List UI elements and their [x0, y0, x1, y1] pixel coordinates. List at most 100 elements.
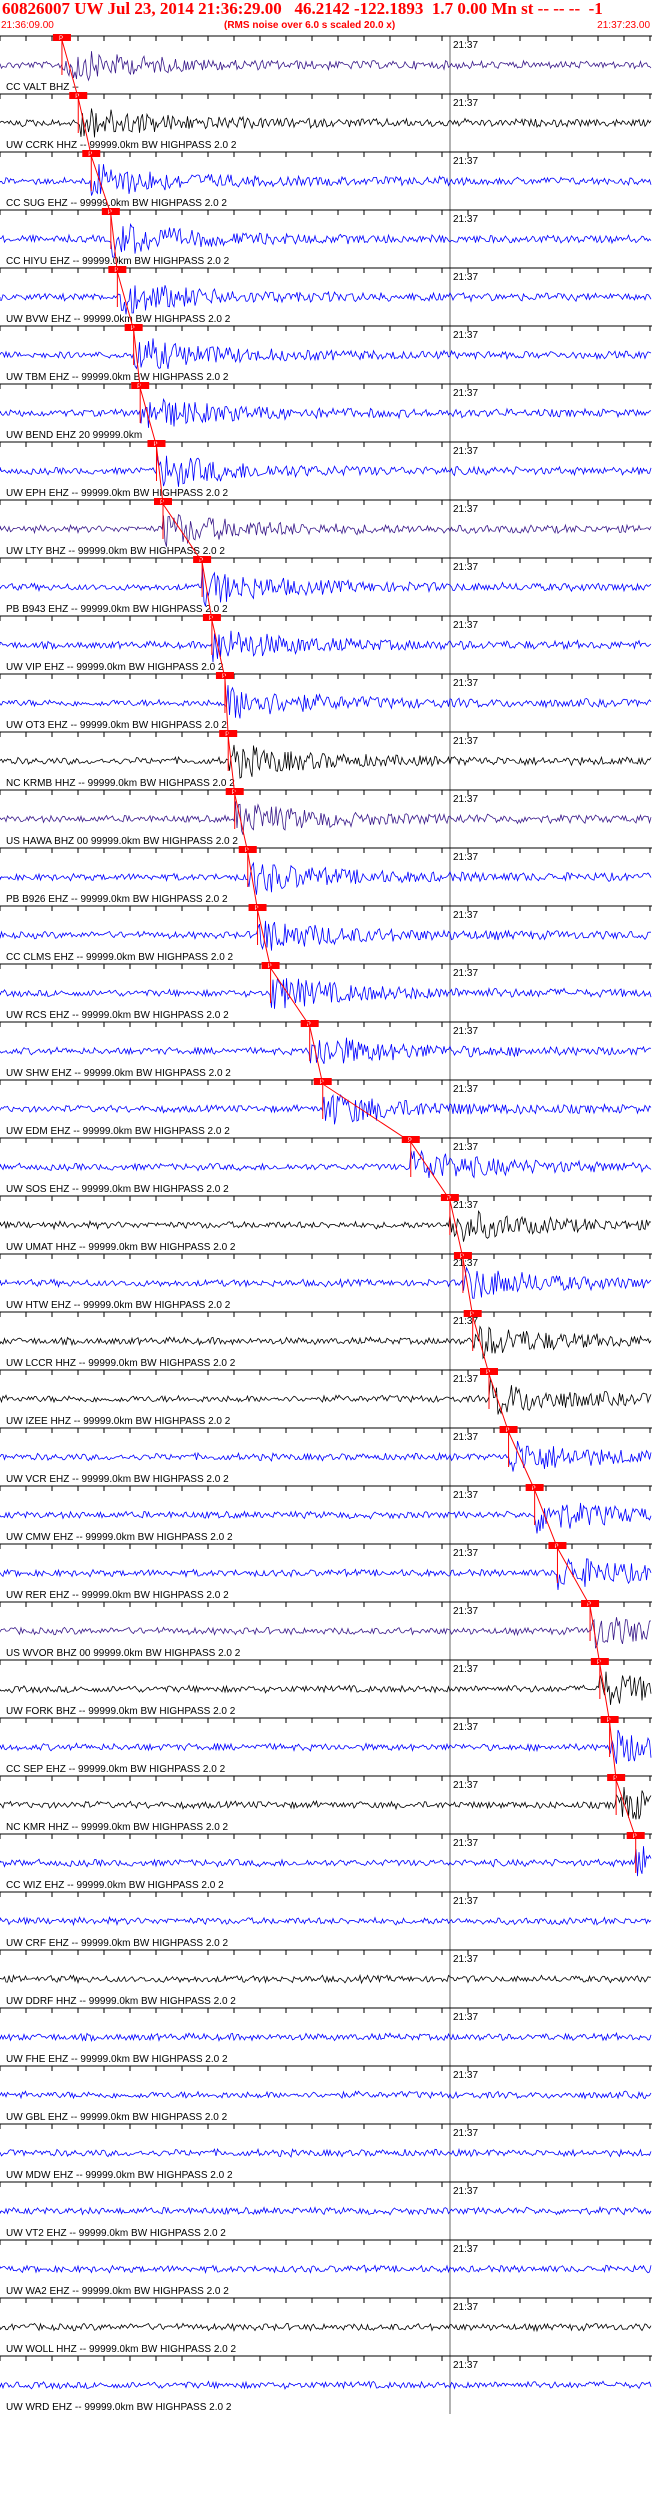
waveform	[0, 1440, 652, 1472]
waveform	[0, 2090, 652, 2100]
waveform	[0, 164, 652, 196]
waveform	[0, 1149, 652, 1179]
trace-label: UW OT3 EHZ -- 99999.0km BW HIGHPASS 2.0 …	[6, 720, 227, 731]
trace-label: UW LCCR HHZ -- 99999.0km BW HIGHPASS 2.0…	[6, 1358, 236, 1369]
trace-35: 21:37 UW GBL EHZ -- 99999.0km BW HIGHPASS…	[0, 2065, 652, 2124]
waveform	[0, 454, 652, 487]
waveform	[0, 1671, 652, 1705]
trace-label: UW WA2 EHZ -- 99999.0km BW HIGHPASS 2.0 …	[6, 2286, 229, 2297]
minute-label: 21:37	[453, 1432, 478, 1443]
waveform	[0, 977, 652, 1009]
waveform	[0, 2031, 652, 2043]
trace-label: UW IZEE HHZ -- 99999.0km BW HIGHPASS 2.0…	[6, 1416, 231, 1427]
trace-5: 21:37PUW TBM EHZ -- 99999.0km BW HIGHPAS…	[0, 324, 652, 384]
minute-label: 21:37	[453, 1490, 478, 1501]
trace-label: UW RER EHZ -- 99999.0km BW HIGHPASS 2.0 …	[6, 1590, 229, 1601]
trace-label: PB B943 EHZ -- 99999.0km BW HIGHPASS 2.0…	[6, 604, 228, 615]
trace-label: UW VCR EHZ -- 99999.0km BW HIGHPASS 2.0 …	[6, 1474, 229, 1485]
trace-8: 21:37PUW LTY BHZ -- 99999.0km BW HIGHPAS…	[0, 498, 652, 558]
minute-label: 21:37	[453, 504, 478, 515]
trace-32: 21:37 UW CRF EHZ -- 99999.0km BW HIGHPASS…	[0, 1891, 652, 1950]
minute-label: 21:37	[453, 1722, 478, 1733]
minute-label: 21:37	[453, 2244, 478, 2255]
trace-label: UW WOLL HHZ -- 99999.0km BW HIGHPASS 2.0…	[6, 2344, 236, 2355]
trace-label: UW VT2 EHZ -- 99999.0km BW HIGHPASS 2.0 …	[6, 2228, 226, 2239]
waveform	[0, 920, 652, 951]
trace-label: UW CMW EHZ -- 99999.0km BW HIGHPASS 2.0 …	[6, 1532, 233, 1543]
minute-label: 21:37	[453, 968, 478, 979]
waveform	[0, 108, 652, 138]
trace-label: US WVOR BHZ 00 99999.0km BW HIGHPASS 2.0…	[6, 1648, 241, 1659]
trace-7: 21:37PUW EPH EHZ -- 99999.0km BW HIGHPAS…	[0, 440, 652, 500]
trace-label: UW WRD EHZ -- 99999.0km BW HIGHPASS 2.0 …	[6, 2402, 232, 2413]
trace-label: UW VIP EHZ -- 99999.0km BW HIGHPASS 2.0 …	[6, 662, 224, 673]
trace-label: UW SHW EHZ -- 99999.0km BW HIGHPASS 2.0 …	[6, 1068, 231, 1079]
pick-connector-line	[61, 39, 637, 1839]
minute-label: 21:37	[453, 1954, 478, 1965]
minute-label: 21:37	[453, 156, 478, 167]
trace-label: NC KRMB HHZ -- 99999.0km BW HIGHPASS 2.0…	[6, 778, 235, 789]
waveform	[0, 685, 652, 719]
trace-label: CC CLMS EHZ -- 99999.0km BW HIGHPASS 2.0…	[6, 952, 234, 963]
waveform	[0, 1094, 652, 1125]
waveform	[0, 2264, 652, 2274]
minute-label: 21:37	[453, 2128, 478, 2139]
trace-label: UW MDW EHZ -- 99999.0km BW HIGHPASS 2.0 …	[6, 2170, 233, 2181]
waveform	[0, 1557, 652, 1590]
waveform	[0, 51, 652, 82]
trace-label: UW DDRF HHZ -- 99999.0km BW HIGHPASS 2.0…	[6, 1996, 236, 2007]
trace-10: 21:37PUW VIP EHZ -- 99999.0km BW HIGHPAS…	[0, 614, 652, 674]
trace-0: 21:37PCC VALT BHZ --	[0, 34, 652, 94]
waveform	[0, 1502, 652, 1534]
waveform	[0, 338, 652, 370]
trace-14: 21:37PPB B926 EHZ -- 99999.0km BW HIGHPA…	[0, 846, 652, 906]
trace-label: US HAWA BHZ 00 99999.0km BW HIGHPASS 2.0…	[6, 836, 238, 847]
waveform	[0, 861, 652, 895]
minute-label: 21:37	[453, 40, 478, 51]
minute-label: 21:37	[453, 1374, 478, 1385]
minute-label: 21:37	[453, 2012, 478, 2023]
waveform	[0, 1209, 652, 1242]
minute-label: 21:37	[453, 1606, 478, 1617]
minute-label: 21:37	[453, 736, 478, 747]
minute-label: 21:37	[453, 272, 478, 283]
minute-label: 21:37	[453, 2360, 478, 2371]
trace-4: 21:37PUW BVW EHZ -- 99999.0km BW HIGHPAS…	[0, 266, 652, 326]
trace-25: 21:37PUW CMW EHZ -- 99999.0km BW HIGHPAS…	[0, 1484, 652, 1544]
trace-label: UW SOS EHZ -- 99999.0km BW HIGHPASS 2.0 …	[6, 1184, 229, 1195]
trace-12: 21:37PNC KRMB HHZ -- 99999.0km BW HIGHPA…	[0, 730, 652, 790]
trace-9: 21:37PPB B943 EHZ -- 99999.0km BW HIGHPA…	[0, 556, 652, 616]
seismogram-plot: 21:37PCC VALT BHZ --21:37PUW CCRK HHZ --…	[0, 34, 652, 2414]
minute-label: 21:37	[453, 1084, 478, 1095]
trace-21: 21:37PUW HTW EHZ -- 99999.0km BW HIGHPAS…	[0, 1252, 652, 1312]
trace-label: CC WIZ EHZ -- 99999.0km BW HIGHPASS 2.0 …	[6, 1880, 224, 1891]
trace-15: 21:37PCC CLMS EHZ -- 99999.0km BW HIGHPA…	[0, 904, 652, 964]
waveform	[0, 2205, 652, 2216]
trace-33: 21:37 UW DDRF HHZ -- 99999.0km BW HIGHPAS…	[0, 1949, 652, 2008]
waveform	[0, 2322, 652, 2333]
trace-22: 21:37PUW LCCR HHZ -- 99999.0km BW HIGHPA…	[0, 1310, 652, 1370]
minute-label: 21:37	[453, 2302, 478, 2313]
waveform	[0, 1786, 652, 1820]
minute-label: 21:37	[453, 1258, 478, 1269]
minute-label: 21:37	[453, 330, 478, 341]
waveform	[0, 1266, 652, 1299]
trace-37: 21:37 UW VT2 EHZ -- 99999.0km BW HIGHPASS…	[0, 2181, 652, 2240]
trace-29: 21:37PCC SEP EHZ -- 99999.0km BW HIGHPAS…	[0, 1716, 652, 1776]
trace-38: 21:37 UW WA2 EHZ -- 99999.0km BW HIGHPASS…	[0, 2239, 652, 2298]
trace-label: UW UMAT HHZ -- 99999.0km BW HIGHPASS 2.0…	[6, 1242, 236, 1253]
minute-label: 21:37	[453, 1200, 478, 1211]
trace-label: UW EPH EHZ -- 99999.0km BW HIGHPASS 2.0 …	[6, 488, 229, 499]
minute-label: 21:37	[453, 910, 478, 921]
minute-label: 21:37	[453, 1026, 478, 1037]
trace-label: UW GBL EHZ -- 99999.0km BW HIGHPASS 2.0 …	[6, 2112, 228, 2123]
trace-label: UW BEND EHZ 20 99999.0km	[6, 430, 142, 441]
trace-label: UW EDM EHZ -- 99999.0km BW HIGHPASS 2.0 …	[6, 1126, 230, 1137]
trace-19: 21:37PUW SOS EHZ -- 99999.0km BW HIGHPAS…	[0, 1136, 652, 1196]
minute-label: 21:37	[453, 1780, 478, 1791]
minute-label: 21:37	[453, 1896, 478, 1907]
trace-36: 21:37 UW MDW EHZ -- 99999.0km BW HIGHPASS…	[0, 2123, 652, 2182]
trace-label: UW FORK BHZ -- 99999.0km BW HIGHPASS 2.0…	[6, 1706, 236, 1717]
trace-27: 21:37PUS WVOR BHZ 00 99999.0km BW HIGHPA…	[0, 1600, 652, 1660]
trace-28: 21:37PUW FORK BHZ -- 99999.0km BW HIGHPA…	[0, 1658, 652, 1718]
